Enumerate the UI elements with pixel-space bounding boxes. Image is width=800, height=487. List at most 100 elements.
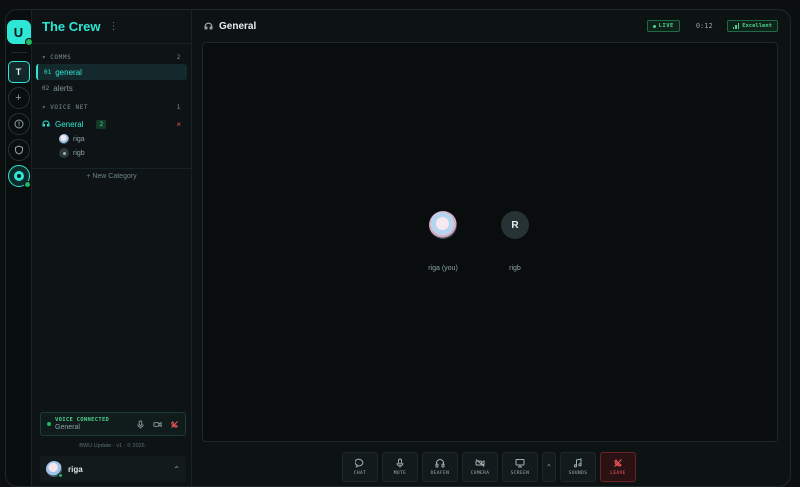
leave-button[interactable]: LEAVE (600, 452, 636, 482)
user-name: riga (68, 464, 83, 474)
control-label: CHAT (353, 471, 367, 476)
online-dot (23, 181, 31, 188)
avatar (429, 211, 457, 239)
footer-text: BWU Update · v1 · © 2026 (79, 443, 145, 449)
avatar (59, 134, 69, 144)
server-header[interactable]: The Crew ⋮ (32, 10, 191, 44)
connection-dot (47, 422, 51, 426)
participant-tile[interactable]: R rigb (501, 211, 529, 272)
mute-button[interactable]: MUTE (382, 452, 418, 482)
screen-options-button[interactable]: ⌃ (542, 452, 556, 482)
camera-icon[interactable] (153, 420, 162, 429)
bot-avatar-icon (13, 171, 24, 181)
profile-button[interactable] (7, 165, 31, 188)
call-timer: 0:12 (695, 22, 713, 30)
control-label: DEAFEN (430, 471, 450, 476)
online-dot (58, 473, 63, 478)
category-name: VOICE NET (50, 103, 89, 111)
compass-icon (14, 119, 23, 129)
live-badge: LIVE (646, 20, 680, 32)
more-icon[interactable]: ⋮ (109, 21, 119, 32)
sounds-button[interactable]: SOUNDS (560, 452, 596, 482)
app-window: U T + The Crew ⋮ ▾ COMMS 2 01 general 02… (5, 9, 791, 487)
member-name: rigb (73, 149, 85, 157)
channel-general[interactable]: 01 general (36, 64, 187, 80)
chevron-down-icon: ▾ (42, 103, 47, 111)
voice-channel-general[interactable]: General 2 × (36, 116, 187, 132)
channel-prefix: 01 (44, 68, 52, 76)
control-label: MUTE (393, 471, 407, 476)
avatar: R (501, 211, 529, 239)
security-button[interactable] (7, 139, 30, 161)
server-button-t[interactable]: T (7, 61, 30, 83)
server-name: The Crew (42, 19, 101, 34)
plus-icon: + (15, 92, 22, 104)
call-view: General LIVE 0:12 Excellent riga (you) R… (192, 10, 790, 486)
camera-button[interactable]: CAMERA (462, 452, 498, 482)
chat-button[interactable]: CHAT (342, 452, 378, 482)
channel-name: general (55, 67, 82, 77)
control-label: SCREEN (510, 471, 530, 476)
control-label: SOUNDS (568, 471, 588, 476)
participant-name: riga (you) (428, 265, 458, 272)
category-voice-net[interactable]: ▾ VOICE NET 1 (32, 100, 191, 114)
camera-off-icon (475, 459, 485, 467)
voice-channel-icon (204, 22, 213, 29)
call-controls: CHAT MUTE DEAFEN CAMERA SCREEN ⌃ SOUNDS … (342, 452, 636, 482)
avatar (59, 148, 69, 158)
category-count: 2 (176, 53, 181, 61)
control-label: CAMERA (470, 471, 490, 476)
chat-icon (355, 458, 364, 468)
connection-quality-badge: Excellent (726, 20, 778, 32)
channel-alerts[interactable]: 02 alerts (36, 80, 187, 96)
new-category-button[interactable]: + New Category (32, 168, 191, 184)
page-title: General (219, 20, 257, 32)
logo-letter: U (13, 24, 24, 40)
explore-button[interactable] (7, 113, 30, 135)
disconnect-icon[interactable]: × (176, 120, 181, 129)
participant-name: rigb (509, 265, 521, 272)
mic-icon (396, 458, 404, 468)
phone-off-icon[interactable] (170, 420, 179, 429)
avatar (46, 461, 63, 478)
participant-tile[interactable]: riga (you) (428, 211, 458, 272)
voice-channel-icon (42, 120, 50, 127)
rail-divider (10, 52, 27, 53)
signal-icon (732, 23, 740, 29)
voice-member-count: 2 (96, 119, 107, 129)
screen-icon (515, 459, 525, 468)
chevron-up-icon[interactable]: ⌃ (173, 465, 180, 474)
voice-status: VOICE CONNECTED (55, 417, 110, 423)
chevron-down-icon: ▾ (42, 53, 47, 61)
new-category-label: + New Category (86, 173, 137, 180)
category-name: COMMS (50, 53, 72, 61)
video-stage: riga (you) R rigb (202, 42, 778, 442)
headphones-icon (435, 459, 445, 468)
channel-name: alerts (53, 83, 73, 93)
user-panel[interactable]: riga ⌃ (40, 456, 186, 482)
control-label: LEAVE (610, 471, 626, 476)
call-header: General LIVE 0:12 Excellent (192, 10, 790, 42)
phone-off-icon (614, 459, 622, 467)
channel-sidebar: The Crew ⋮ ▾ COMMS 2 01 general 02 alert… (32, 10, 192, 486)
add-server-button[interactable]: + (7, 87, 30, 109)
voice-member[interactable]: rigb (32, 146, 191, 160)
app-logo[interactable]: U (6, 20, 33, 46)
member-name: riga (73, 135, 85, 143)
voice-member[interactable]: riga (32, 132, 191, 146)
screen-share-button[interactable]: SCREEN (502, 452, 538, 482)
channel-prefix: 02 (42, 84, 50, 92)
quality-label: Excellent (742, 23, 772, 29)
voice-status-channel: General (55, 424, 80, 431)
deafen-button[interactable]: DEAFEN (422, 452, 458, 482)
voice-connection-panel: VOICE CONNECTED General (40, 412, 186, 436)
category-count: 1 (176, 103, 181, 111)
category-comms[interactable]: ▾ COMMS 2 (32, 50, 191, 64)
server-rail: U T + (6, 10, 33, 486)
shield-icon (14, 145, 23, 155)
mic-icon[interactable] (136, 419, 145, 429)
voice-channel-name: General (55, 119, 84, 129)
server-initial: T (15, 67, 22, 77)
chevron-up-icon: ⌃ (546, 463, 552, 471)
music-icon (573, 458, 582, 468)
